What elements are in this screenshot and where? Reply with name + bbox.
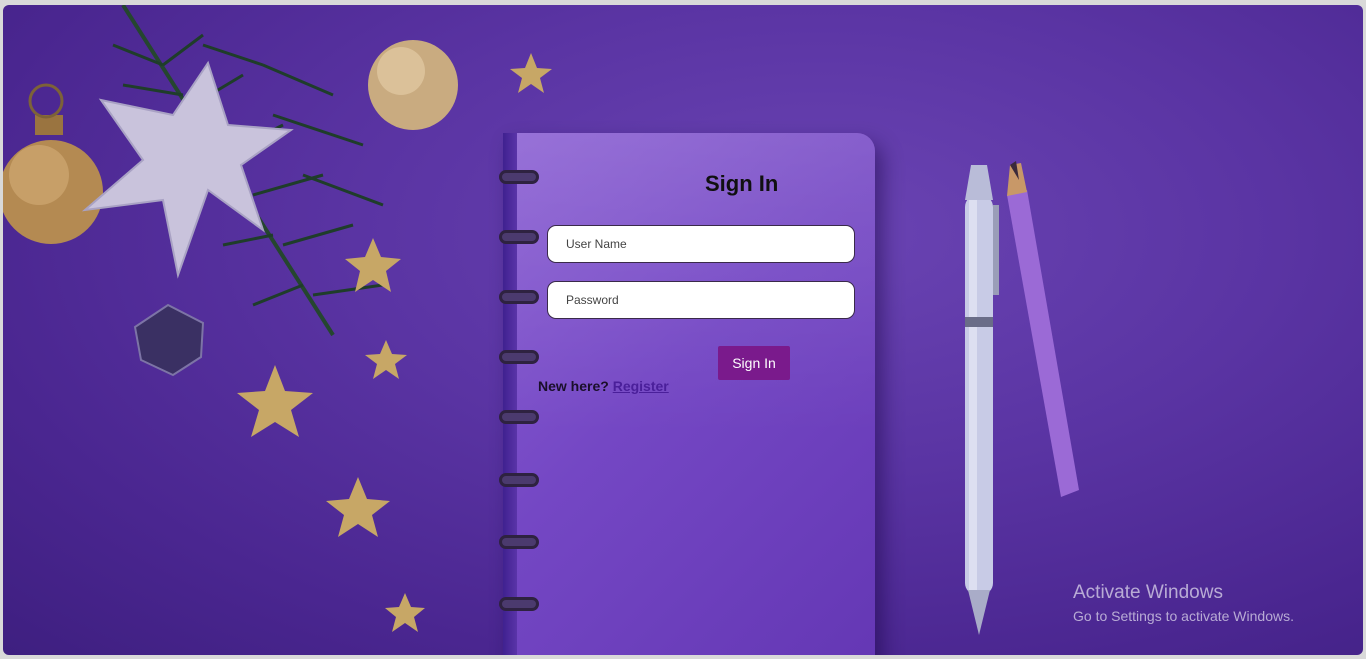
new-here-text: New here? xyxy=(538,378,609,394)
watermark-subtitle: Go to Settings to activate Windows. xyxy=(1073,608,1294,624)
signin-button[interactable]: Sign In xyxy=(718,346,790,380)
register-link[interactable]: Register xyxy=(613,378,669,394)
pen-icon xyxy=(965,165,999,635)
activate-windows-watermark: Activate Windows Go to Settings to activ… xyxy=(1073,582,1294,624)
silver-star-icon xyxy=(81,60,294,279)
signin-form: Sign In Sign In New here? Register xyxy=(533,165,873,405)
signin-title: Sign In xyxy=(705,171,779,196)
notebook-ring xyxy=(499,597,539,611)
pencil-icon xyxy=(1007,161,1079,497)
password-input[interactable] xyxy=(547,281,855,319)
notebook-ring xyxy=(499,410,539,424)
login-page: Sign In Sign In New here? Register Activ… xyxy=(3,5,1363,655)
new-here-prompt: New here? Register xyxy=(538,378,669,394)
gold-ball-icon xyxy=(368,40,458,130)
gold-ornament-icon xyxy=(3,83,103,244)
username-input[interactable] xyxy=(547,225,855,263)
dark-ornament-icon xyxy=(133,303,205,377)
notebook-ring xyxy=(499,473,539,487)
notebook-ring xyxy=(499,535,539,549)
watermark-title: Activate Windows xyxy=(1073,582,1223,603)
notebook-spine xyxy=(503,133,517,655)
